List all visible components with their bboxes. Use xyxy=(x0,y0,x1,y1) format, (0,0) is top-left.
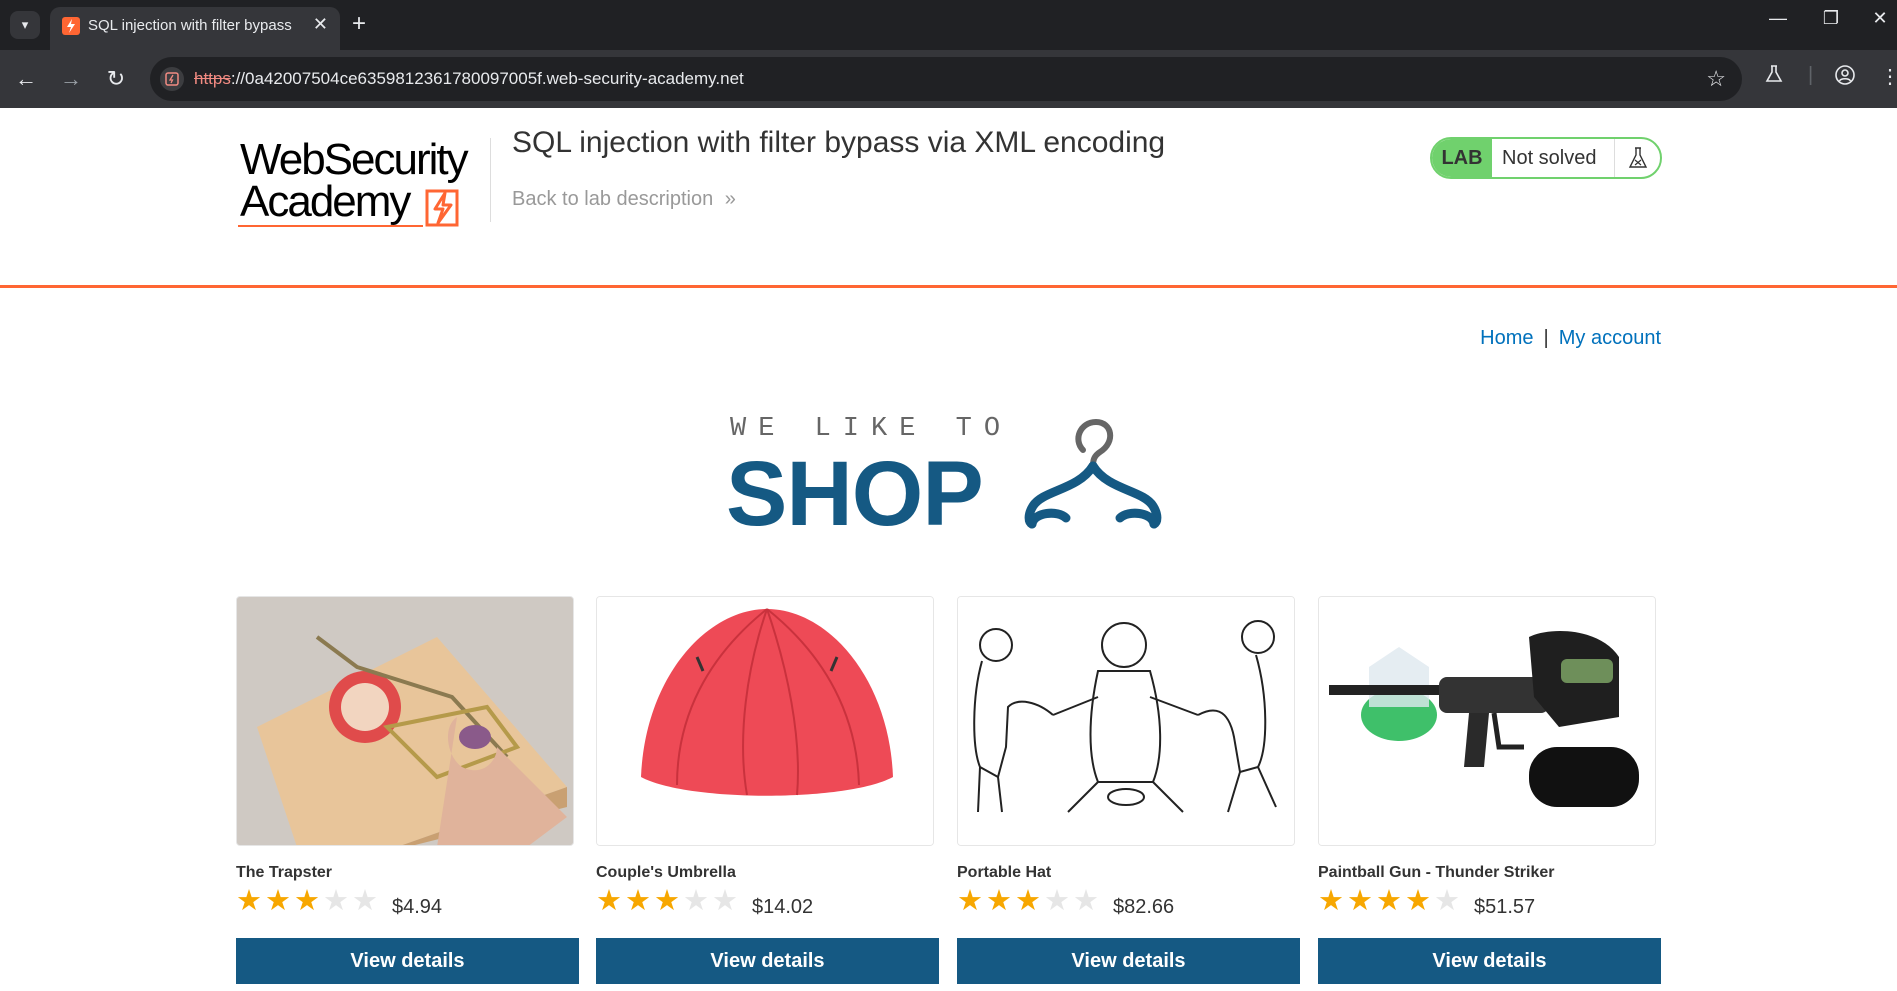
hero-tagline: WE LIKE TO xyxy=(730,414,1013,444)
star-icon: ★ xyxy=(986,885,1012,917)
lab-favicon-icon xyxy=(62,17,80,35)
chevron-down-icon: ▾ xyxy=(21,17,29,32)
tab-search-button[interactable]: ▾ xyxy=(10,11,40,39)
star-icon: ★ xyxy=(712,885,738,917)
nav-separator: | xyxy=(1543,327,1549,349)
url-host: ://0a42007504ce6359812361780097005f.web-… xyxy=(230,69,744,88)
my-account-link[interactable]: My account xyxy=(1559,327,1661,349)
star-icon: ★ xyxy=(625,885,651,917)
home-link[interactable]: Home xyxy=(1480,327,1533,349)
window-close-icon[interactable]: ✕ xyxy=(1865,8,1895,29)
new-tab-button[interactable]: + xyxy=(352,10,366,38)
star-icon: ★ xyxy=(1376,885,1402,917)
star-icon: ★ xyxy=(1405,885,1431,917)
product-name: Paintball Gun - Thunder Striker xyxy=(1318,864,1555,881)
star-rating: ★ ★ ★ ★ ★ xyxy=(957,886,1102,916)
back-arrow-icon[interactable]: ← xyxy=(13,66,39,92)
umbrella-image xyxy=(596,596,934,846)
labs-flask-icon[interactable] xyxy=(1764,64,1784,90)
web-security-academy-logo[interactable]: WebSecurity Academy xyxy=(238,133,488,233)
product-name: The Trapster xyxy=(236,864,333,881)
toolbar-divider: | xyxy=(1808,64,1814,86)
double-chevron-right-icon: » xyxy=(724,188,736,210)
lab-status-text: Not solved xyxy=(1502,147,1597,169)
paintball-gun-image xyxy=(1318,596,1656,846)
url-text[interactable]: https://0a42007504ce6359812361780097005f… xyxy=(194,69,744,89)
lab-badge: LAB xyxy=(1432,139,1492,177)
restore-icon[interactable]: ❐ xyxy=(1816,8,1846,29)
star-icon: ★ xyxy=(236,885,262,917)
cartoon-image xyxy=(957,596,1295,846)
shop-hero-banner: WE LIKE TO SHOP xyxy=(720,410,1180,545)
browser-tab[interactable]: SQL injection with filter bypass ✕ xyxy=(50,7,340,50)
star-icon: ★ xyxy=(1015,885,1041,917)
tab-title: SQL injection with filter bypass xyxy=(88,17,292,34)
product-name: Portable Hat xyxy=(957,864,1052,881)
close-icon[interactable]: ✕ xyxy=(313,14,328,35)
star-icon: ★ xyxy=(654,885,680,917)
logo-underline xyxy=(238,225,423,227)
browser-tabstrip: ▾ SQL injection with filter bypass ✕ + —… xyxy=(0,0,1897,50)
star-icon: ★ xyxy=(1434,885,1460,917)
site-info-icon[interactable] xyxy=(160,67,184,91)
star-icon: ★ xyxy=(1073,885,1099,917)
bookmark-star-icon[interactable]: ☆ xyxy=(1706,66,1726,92)
url-scheme: https xyxy=(194,69,231,88)
star-icon: ★ xyxy=(265,885,291,917)
back-to-lab-link[interactable]: Back to lab description » xyxy=(512,188,736,211)
top-nav: Home | My account xyxy=(1480,327,1661,350)
star-rating: ★ ★ ★ ★ ★ xyxy=(1318,886,1463,916)
logo-text-line2: Academy xyxy=(240,177,411,226)
lab-header: WebSecurity Academy SQL injection with f… xyxy=(0,108,1897,288)
star-icon: ★ xyxy=(683,885,709,917)
view-details-button[interactable]: View details xyxy=(1318,938,1661,984)
product-price: $82.66 xyxy=(1113,896,1175,918)
minimize-icon[interactable]: — xyxy=(1763,8,1793,29)
flask-icon xyxy=(1614,139,1660,177)
coat-hanger-icon xyxy=(1024,418,1162,529)
view-details-button[interactable]: View details xyxy=(957,938,1300,984)
lab-title: SQL injection with filter bypass via XML… xyxy=(512,126,1166,159)
star-rating: ★ ★ ★ ★ ★ xyxy=(596,886,741,916)
menu-kebab-icon[interactable]: ⋮ xyxy=(1880,64,1897,89)
star-icon: ★ xyxy=(1347,885,1373,917)
address-bar[interactable]: https://0a42007504ce6359812361780097005f… xyxy=(150,57,1742,101)
mousetrap-image xyxy=(236,596,574,846)
reload-icon[interactable]: ↻ xyxy=(103,66,129,92)
profile-icon[interactable] xyxy=(1834,64,1856,92)
back-link-label: Back to lab description xyxy=(512,188,714,210)
hero-title: SHOP xyxy=(726,443,984,545)
star-icon: ★ xyxy=(1044,885,1070,917)
product-price: $51.57 xyxy=(1474,896,1536,918)
product-name: Couple's Umbrella xyxy=(596,864,736,881)
star-icon: ★ xyxy=(957,885,983,917)
star-icon: ★ xyxy=(1318,885,1344,917)
star-icon: ★ xyxy=(294,885,320,917)
lab-status-widget: LAB Not solved xyxy=(1430,137,1662,179)
logo-bolt-icon xyxy=(425,189,459,227)
view-details-button[interactable]: View details xyxy=(596,938,939,984)
view-details-button[interactable]: View details xyxy=(236,938,579,984)
product-price: $14.02 xyxy=(752,896,814,918)
star-icon: ★ xyxy=(323,885,349,917)
forward-arrow-icon[interactable]: → xyxy=(58,66,84,92)
star-icon: ★ xyxy=(352,885,378,917)
star-icon: ★ xyxy=(596,885,622,917)
star-rating: ★ ★ ★ ★ ★ xyxy=(236,886,381,916)
browser-toolbar: ← → ↻ https://0a42007504ce63598123617800… xyxy=(0,50,1897,108)
header-divider xyxy=(490,138,491,222)
product-price: $4.94 xyxy=(392,896,443,918)
